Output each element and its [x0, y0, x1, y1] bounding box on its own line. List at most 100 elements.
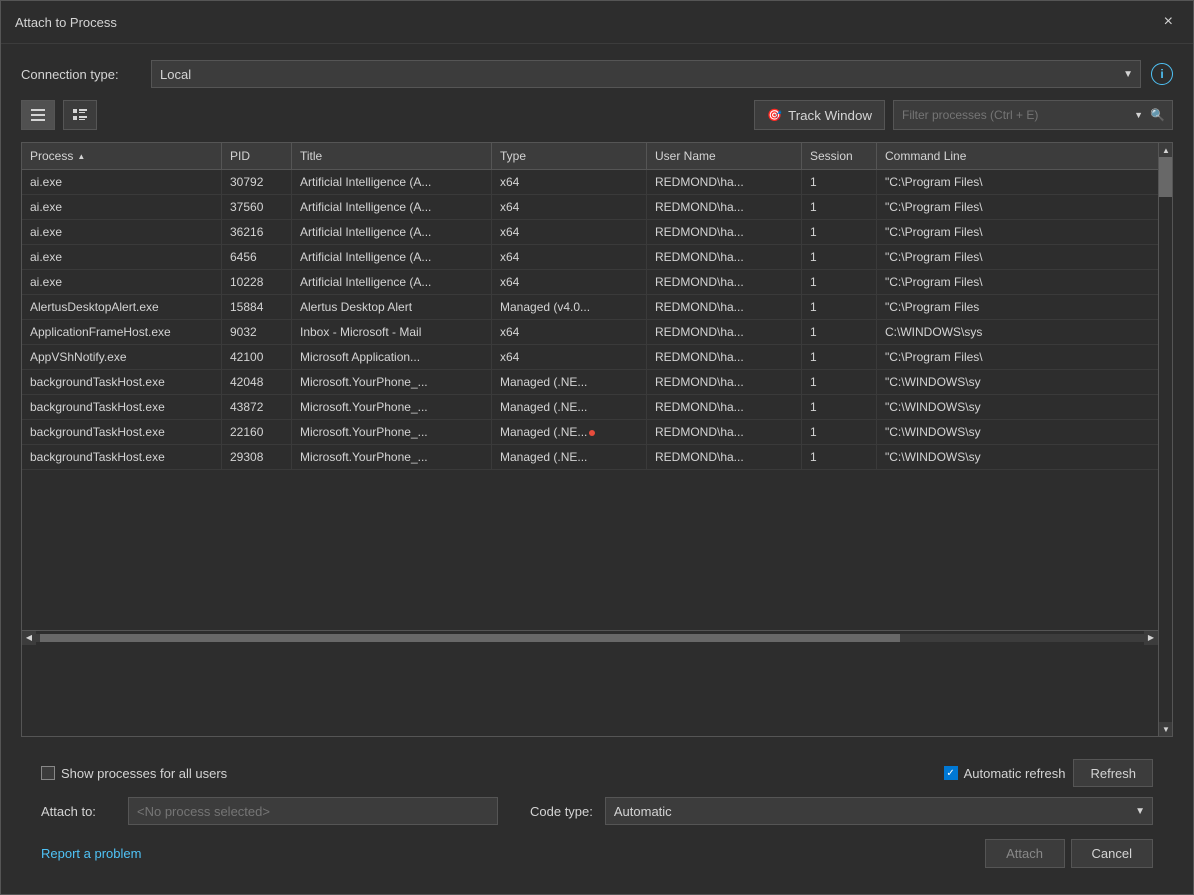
code-type-label: Code type: [530, 804, 593, 819]
table-cell: "C:\WINDOWS\sy [877, 370, 1158, 394]
filter-wrapper: 🔍 ▼ [893, 100, 1173, 130]
table-cell: REDMOND\ha... [647, 220, 802, 244]
table-cell: 42100 [222, 345, 292, 369]
show-all-checkbox-wrapper: Show processes for all users [41, 766, 227, 781]
table-cell: REDMOND\ha... [647, 345, 802, 369]
cancel-button[interactable]: Cancel [1071, 839, 1153, 868]
table-cell: ai.exe [22, 245, 222, 269]
table-cell: 1 [802, 195, 877, 219]
table-cell: "C:\Program Files\ [877, 220, 1158, 244]
track-window-button[interactable]: 🎯 Track Window [754, 100, 885, 130]
scroll-down-button[interactable]: ▼ [1159, 722, 1172, 736]
filter-search-button[interactable]: 🔍 [1143, 100, 1173, 130]
table-cell: AppVShNotify.exe [22, 345, 222, 369]
table-cell: REDMOND\ha... [647, 245, 802, 269]
table-row[interactable]: ai.exe36216Artificial Intelligence (A...… [22, 220, 1158, 245]
detail-view-icon [72, 107, 88, 123]
table-cell: REDMOND\ha... [647, 270, 802, 294]
table-row[interactable]: backgroundTaskHost.exe29308Microsoft.You… [22, 445, 1158, 470]
table-cell: REDMOND\ha... [647, 370, 802, 394]
table-cell: x64 [492, 195, 647, 219]
table-cell: 1 [802, 270, 877, 294]
table-cell: Managed (.NE... [492, 395, 647, 419]
toolbar-row: 🎯 Track Window 🔍 ▼ [21, 100, 1173, 130]
table-cell: 29308 [222, 445, 292, 469]
auto-refresh-checkbox[interactable] [944, 766, 958, 780]
table-row[interactable]: backgroundTaskHost.exe22160Microsoft.You… [22, 420, 1158, 445]
table-cell: REDMOND\ha... [647, 395, 802, 419]
refresh-button[interactable]: Refresh [1073, 759, 1153, 787]
detail-view-button[interactable] [63, 100, 97, 130]
table-cell: Microsoft.YourPhone_... [292, 370, 492, 394]
filter-input[interactable] [893, 100, 1173, 130]
show-all-row: Show processes for all users Automatic r… [41, 759, 1153, 787]
table-cell: REDMOND\ha... [647, 295, 802, 319]
report-problem-link[interactable]: Report a problem [41, 846, 141, 861]
table-row[interactable]: AppVShNotify.exe42100Microsoft Applicati… [22, 345, 1158, 370]
col-cmdline[interactable]: Command Line [877, 143, 1158, 169]
table-cell: 1 [802, 345, 877, 369]
table-body: ai.exe30792Artificial Intelligence (A...… [22, 170, 1158, 630]
scroll-up-button[interactable]: ▲ [1159, 143, 1172, 157]
connection-type-select-wrapper: Local Remote ▼ [151, 60, 1141, 88]
table-row[interactable]: AlertusDesktopAlert.exe15884Alertus Desk… [22, 295, 1158, 320]
table-cell: 1 [802, 395, 877, 419]
table-cell: Alertus Desktop Alert [292, 295, 492, 319]
list-view-button[interactable] [21, 100, 55, 130]
table-cell: 15884 [222, 295, 292, 319]
table-cell: 1 [802, 420, 877, 444]
table-row[interactable]: ai.exe6456Artificial Intelligence (A...x… [22, 245, 1158, 270]
table-cell: "C:\Program Files\ [877, 270, 1158, 294]
scroll-v-track[interactable] [1159, 157, 1172, 722]
table-row[interactable]: backgroundTaskHost.exe43872Microsoft.You… [22, 395, 1158, 420]
table-scroll-area: Process PID Title Type User Name [22, 143, 1158, 736]
connection-type-select[interactable]: Local Remote [151, 60, 1141, 88]
table-row[interactable]: ApplicationFrameHost.exe9032Inbox - Micr… [22, 320, 1158, 345]
table-cell: 42048 [222, 370, 292, 394]
table-cell: REDMOND\ha... [647, 320, 802, 344]
attach-button[interactable]: Attach [985, 839, 1065, 868]
table-cell: REDMOND\ha... [647, 195, 802, 219]
attach-to-input[interactable] [128, 797, 498, 825]
table-cell: x64 [492, 270, 647, 294]
close-button[interactable]: × [1158, 11, 1179, 33]
table-cell: Artificial Intelligence (A... [292, 245, 492, 269]
table-cell: Managed (v4.0... [492, 295, 647, 319]
table-row[interactable]: ai.exe37560Artificial Intelligence (A...… [22, 195, 1158, 220]
dot-indicator [589, 430, 595, 436]
action-buttons: Attach Cancel [985, 839, 1153, 868]
col-process[interactable]: Process [22, 143, 222, 169]
table-cell: 9032 [222, 320, 292, 344]
table-cell: Microsoft.YourPhone_... [292, 420, 492, 444]
scroll-v-thumb[interactable] [1159, 157, 1172, 197]
table-row[interactable]: ai.exe30792Artificial Intelligence (A...… [22, 170, 1158, 195]
table-cell: backgroundTaskHost.exe [22, 370, 222, 394]
table-cell: "C:\Program Files\ [877, 195, 1158, 219]
table-cell: "C:\Program Files\ [877, 170, 1158, 194]
table-cell: "C:\Program Files\ [877, 345, 1158, 369]
table-cell: x64 [492, 345, 647, 369]
col-title[interactable]: Title [292, 143, 492, 169]
table-cell: 36216 [222, 220, 292, 244]
table-cell: ai.exe [22, 220, 222, 244]
refresh-section: Automatic refresh Refresh [944, 759, 1153, 787]
scroll-right-button[interactable]: ▶ [1144, 631, 1158, 645]
scroll-x-track[interactable] [36, 634, 1144, 642]
table-cell: Microsoft.YourPhone_... [292, 445, 492, 469]
show-all-checkbox[interactable] [41, 766, 55, 780]
vertical-scrollbar[interactable]: ▲ ▼ [1158, 143, 1172, 736]
dialog-title: Attach to Process [15, 15, 117, 30]
code-type-select[interactable]: Automatic Managed Native [605, 797, 1153, 825]
track-window-icon: 🎯 [767, 108, 782, 122]
col-username[interactable]: User Name [647, 143, 802, 169]
scroll-x-thumb[interactable] [40, 634, 900, 642]
col-session[interactable]: Session [802, 143, 877, 169]
scroll-left-button[interactable]: ◀ [22, 631, 36, 645]
table-row[interactable]: ai.exe10228Artificial Intelligence (A...… [22, 270, 1158, 295]
title-bar: Attach to Process × [1, 1, 1193, 44]
col-pid[interactable]: PID [222, 143, 292, 169]
col-type[interactable]: Type [492, 143, 647, 169]
info-icon[interactable]: i [1151, 63, 1173, 85]
horizontal-scrollbar[interactable]: ◀ ▶ [22, 630, 1158, 644]
table-row[interactable]: backgroundTaskHost.exe42048Microsoft.You… [22, 370, 1158, 395]
